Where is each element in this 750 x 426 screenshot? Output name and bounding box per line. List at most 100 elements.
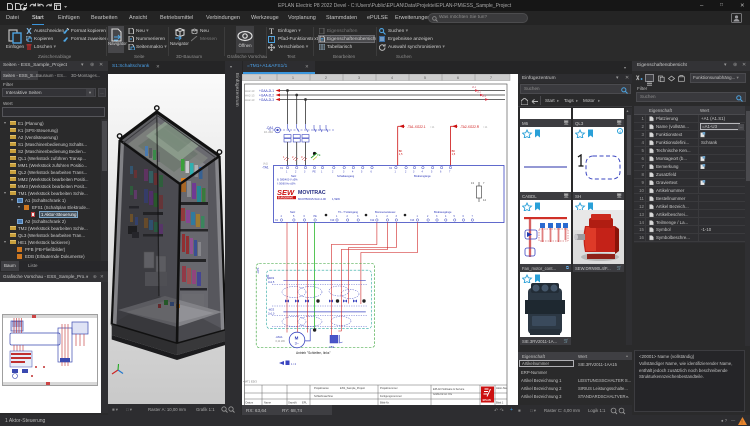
svg-text:1: 1 (376, 215, 378, 218)
svg-text:4: 4 (391, 76, 393, 80)
svg-text:1,5: 1,5 (399, 152, 403, 156)
svg-text:3: 3 (343, 171, 345, 174)
svg-text:Aktor-Ste.: Aktor-Ste. (496, 386, 508, 390)
svg-text:Blätt-Nr.: Blätt-Nr. (380, 401, 390, 405)
svg-text:ESS_Sample_Project: ESS_Sample_Project (340, 386, 365, 390)
svg-text:2: 2 (347, 215, 349, 218)
svg-text:4x1,5: 4x1,5 (268, 280, 275, 284)
svg-text:5: 5 (431, 171, 433, 174)
svg-text:1,5kW: 1,5kW (332, 197, 340, 201)
svg-text:=MT1 E5/3: =MT1 E5/3 (243, 380, 257, 384)
svg-text:2: 2 (295, 171, 297, 174)
svg-text:Geprüft: Geprüft (288, 401, 297, 405)
svg-text:EURODRIVE: EURODRIVE (278, 196, 294, 200)
svg-text:6: 6 (440, 171, 442, 174)
svg-text:4: 4 (422, 171, 424, 174)
svg-text:3: 3 (357, 215, 359, 218)
svg-text:3: 3 (301, 155, 303, 159)
svg-text:1: 1 (417, 215, 419, 218)
svg-text:f: 50/60 Hz ±5%: f: 50/60 Hz ±5% (277, 182, 296, 186)
svg-text:2x1,0: 2x1,0 (268, 312, 275, 316)
svg-text:MC07B0015-5A3-4-00: MC07B0015-5A3-4-00 (298, 197, 326, 201)
svg-text:Projektname:: Projektname: (314, 386, 330, 390)
svg-text:-W22: -W22 (268, 276, 275, 280)
svg-text:Bremsenansteuer.: Bremsenansteuer. (375, 210, 396, 214)
svg-text:1: 1 (395, 171, 397, 174)
svg-text:Schaltausgang: Schaltausgang (337, 174, 355, 178)
svg-text:-QA1: -QA1 (266, 126, 274, 130)
svg-text:PE: PE (313, 171, 317, 174)
svg-text:HA2-13: HA2-13 (245, 98, 255, 102)
svg-text:Antrieb "Schleifen, links": Antrieb "Schleifen, links" (296, 351, 331, 355)
svg-text:PE: PE (317, 153, 321, 157)
svg-text:1: 1 (283, 155, 285, 159)
svg-text:EPLAN Software & Service: EPLAN Software & Service (433, 387, 465, 391)
svg-text:-MA1: -MA1 (276, 335, 283, 339)
svg-text:Binärausgänge: Binärausgänge (434, 210, 452, 214)
svg-text:2: 2 (292, 155, 294, 159)
svg-text:3: 3 (396, 215, 398, 218)
svg-text:16..20A: 16..20A (264, 130, 273, 134)
svg-text:/ 11: / 11 (430, 125, 435, 129)
svg-text:X12: X12 (370, 219, 375, 222)
svg-text:Blatt 1: Blatt 1 (496, 401, 504, 405)
svg-text:-TA2-XG22.R: -TA2-XG22.R (460, 125, 480, 129)
svg-text:+GAA-2L3: +GAA-2L3 (259, 98, 274, 102)
svg-text:2: 2 (325, 76, 327, 80)
svg-text:3~: 3~ (295, 341, 300, 345)
svg-text:-W23: -W23 (268, 308, 275, 312)
svg-text:1: 1 (292, 76, 294, 80)
svg-text:+GAA-2L2: +GAA-2L2 (259, 94, 274, 98)
svg-text:Netz: Netz (290, 210, 296, 214)
svg-text:X2: X2 (275, 219, 279, 222)
svg-text:13: 13 (471, 181, 474, 185)
svg-text:0,11 kW: 0,11 kW (276, 339, 286, 343)
svg-text:-AP1: -AP1 (256, 267, 260, 274)
svg-text:3: 3 (413, 171, 415, 174)
svg-text:HA2-13: HA2-13 (245, 94, 255, 98)
svg-text:1: 1 (286, 171, 288, 174)
svg-text:2: 2 (387, 215, 389, 218)
svg-text:2: 2 (427, 215, 429, 218)
svg-text:+GAA-2L1: +GAA-2L1 (259, 89, 274, 93)
svg-text:1 / 2: 1 / 2 (291, 362, 297, 366)
svg-text:Projektnummer: Projektnummer (380, 386, 398, 390)
svg-text:EPL: EPL (302, 401, 307, 405)
svg-text:14: 14 (483, 198, 486, 202)
svg-text:4: 4 (352, 171, 354, 174)
svg-text:PE: PE (314, 215, 318, 218)
svg-text:6: 6 (457, 76, 459, 80)
svg-text:-YB1: -YB1 (328, 345, 335, 349)
svg-text:Schleifmaschine: Schleifmaschine (314, 394, 333, 398)
svg-text:2: 2 (332, 171, 334, 174)
svg-text:3: 3 (304, 171, 306, 174)
svg-text:6: 6 (304, 215, 306, 218)
svg-text:Netz: Netz (291, 174, 297, 178)
svg-text:4: 4 (445, 215, 447, 218)
svg-text:8: 380/400 V ±5%: 8: 380/400 V ±5% (277, 178, 298, 182)
svg-text:-TA1: -TA1 (262, 166, 269, 170)
svg-text:(A1): (A1) (263, 162, 268, 166)
svg-text:GmbH & Co. KG: GmbH & Co. KG (433, 392, 452, 396)
svg-text:6: 6 (463, 215, 465, 218)
svg-text:5: 5 (293, 215, 295, 218)
svg-text:1,5: 1,5 (452, 152, 456, 156)
svg-text:3: 3 (358, 76, 360, 80)
svg-text:4: 4 (281, 215, 283, 218)
svg-text:TF- / TH-Eingang: TF- / TH-Eingang (338, 210, 359, 214)
svg-text:X10: X10 (330, 219, 335, 222)
svg-text:Datum: Datum (246, 401, 254, 405)
svg-text:M: M (295, 335, 299, 340)
svg-text:0: 0 (259, 76, 261, 80)
svg-text:2L2: 2L2 (477, 91, 482, 94)
svg-text:7: 7 (472, 215, 474, 218)
svg-text:Fertigungsnummer: Fertigungsnummer (380, 394, 402, 398)
svg-text:6: 6 (371, 171, 373, 174)
svg-text:MOVITRAC: MOVITRAC (298, 190, 326, 196)
svg-text:5: 5 (454, 215, 456, 218)
svg-text:/ 11: / 11 (483, 125, 488, 129)
svg-text:5: 5 (361, 171, 363, 174)
svg-text:Name: Name (264, 401, 271, 405)
svg-text:2L3: 2L3 (482, 95, 487, 98)
svg-text:7: 7 (449, 171, 451, 174)
